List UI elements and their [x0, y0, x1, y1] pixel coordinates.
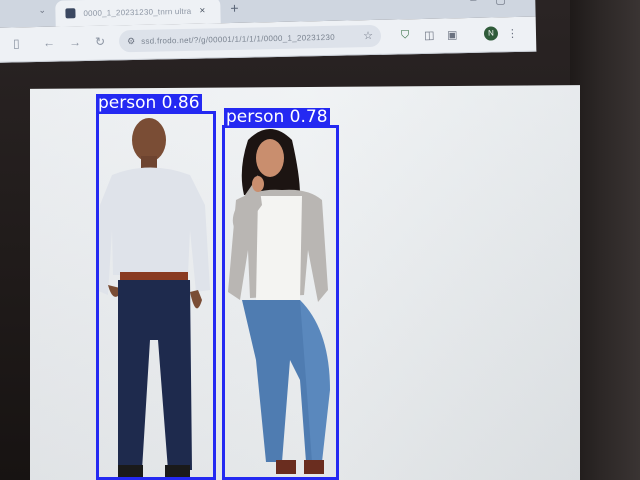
- detection-label-1: person 0.86: [96, 93, 202, 113]
- camera-scene: ⌄ 0000_1_20231230_tnrn ultra × + – ▢ ▯ ←…: [0, 0, 640, 480]
- detection-label-2: person 0.78: [224, 107, 330, 127]
- detection-box-1: [96, 111, 216, 480]
- detection-box-2: [222, 125, 339, 480]
